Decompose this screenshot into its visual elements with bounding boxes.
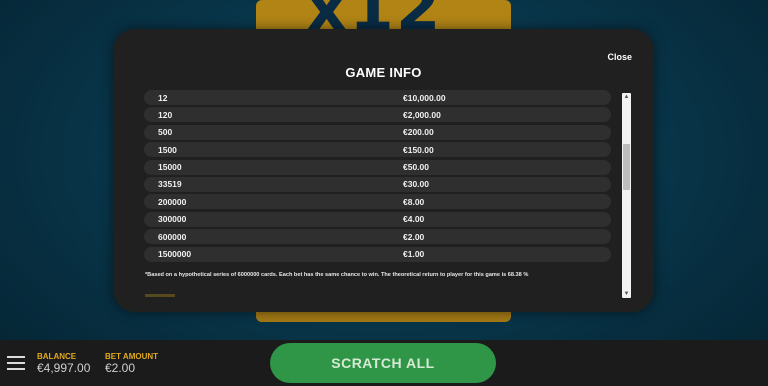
row-count: 1500000 bbox=[158, 249, 192, 260]
paytable-row: 1500000 €1.00 bbox=[144, 246, 611, 262]
balance-value: €4,997.00 bbox=[37, 361, 91, 375]
row-count: 15000 bbox=[158, 162, 182, 173]
paytable: 12 €10,000.00 120 €2,000.00 500 €200.00 150… bbox=[144, 90, 611, 264]
bet-amount-value[interactable]: €2.00 bbox=[105, 361, 135, 375]
row-count: 33519 bbox=[158, 179, 182, 190]
paytable-row: 500 €200.00 bbox=[144, 124, 611, 140]
paytable-row: 200000 €8.00 bbox=[144, 194, 611, 210]
row-count: 1500 bbox=[158, 144, 177, 155]
modal-scrollbar[interactable]: ▲ ▼ bbox=[622, 93, 631, 298]
balance-label: BALANCE bbox=[37, 352, 77, 361]
scrollbar-thumb[interactable] bbox=[623, 144, 630, 190]
paytable-row: 12 €10,000.00 bbox=[144, 90, 611, 105]
row-prize: €50.00 bbox=[403, 162, 429, 173]
scroll-down-arrow-icon[interactable]: ▼ bbox=[622, 290, 631, 298]
row-count: 300000 bbox=[158, 214, 187, 225]
paytable-row: 120 €2,000.00 bbox=[144, 107, 611, 123]
row-count: 12 bbox=[158, 92, 168, 103]
modal-title: GAME INFO bbox=[345, 65, 422, 80]
row-count: 200000 bbox=[158, 196, 187, 207]
bottom-bar: BALANCE €4,997.00 BET AMOUNT €2.00 SCRAT… bbox=[0, 340, 768, 386]
hamburger-menu-icon[interactable] bbox=[7, 356, 25, 370]
row-prize: €30.00 bbox=[403, 179, 429, 190]
row-prize: €1.00 bbox=[403, 249, 425, 260]
paytable-row: 300000 €4.00 bbox=[144, 211, 611, 227]
truncated-content bbox=[145, 294, 175, 297]
close-button[interactable]: Close bbox=[607, 52, 632, 62]
row-prize: €150.00 bbox=[403, 144, 434, 155]
paytable-row: 1500 €150.00 bbox=[144, 142, 611, 158]
row-prize: €2,000.00 bbox=[403, 109, 441, 120]
paytable-row: 15000 €50.00 bbox=[144, 159, 611, 175]
bet-amount-label: BET AMOUNT bbox=[105, 352, 159, 361]
scroll-up-arrow-icon[interactable]: ▲ bbox=[622, 93, 631, 101]
rtp-footnote: *Based on a hypothetical series of 60000… bbox=[145, 272, 529, 278]
row-prize: €2.00 bbox=[403, 231, 425, 242]
scratch-all-button[interactable]: SCRATCH ALL bbox=[270, 343, 496, 383]
row-count: 500 bbox=[158, 127, 173, 138]
row-prize: €10,000.00 bbox=[403, 92, 446, 103]
paytable-row: 33519 €30.00 bbox=[144, 176, 611, 192]
row-count: 120 bbox=[158, 109, 173, 120]
row-prize: €200.00 bbox=[403, 127, 434, 138]
row-prize: €8.00 bbox=[403, 196, 425, 207]
row-count: 600000 bbox=[158, 231, 187, 242]
row-prize: €4.00 bbox=[403, 214, 425, 225]
paytable-row: 600000 €2.00 bbox=[144, 229, 611, 245]
